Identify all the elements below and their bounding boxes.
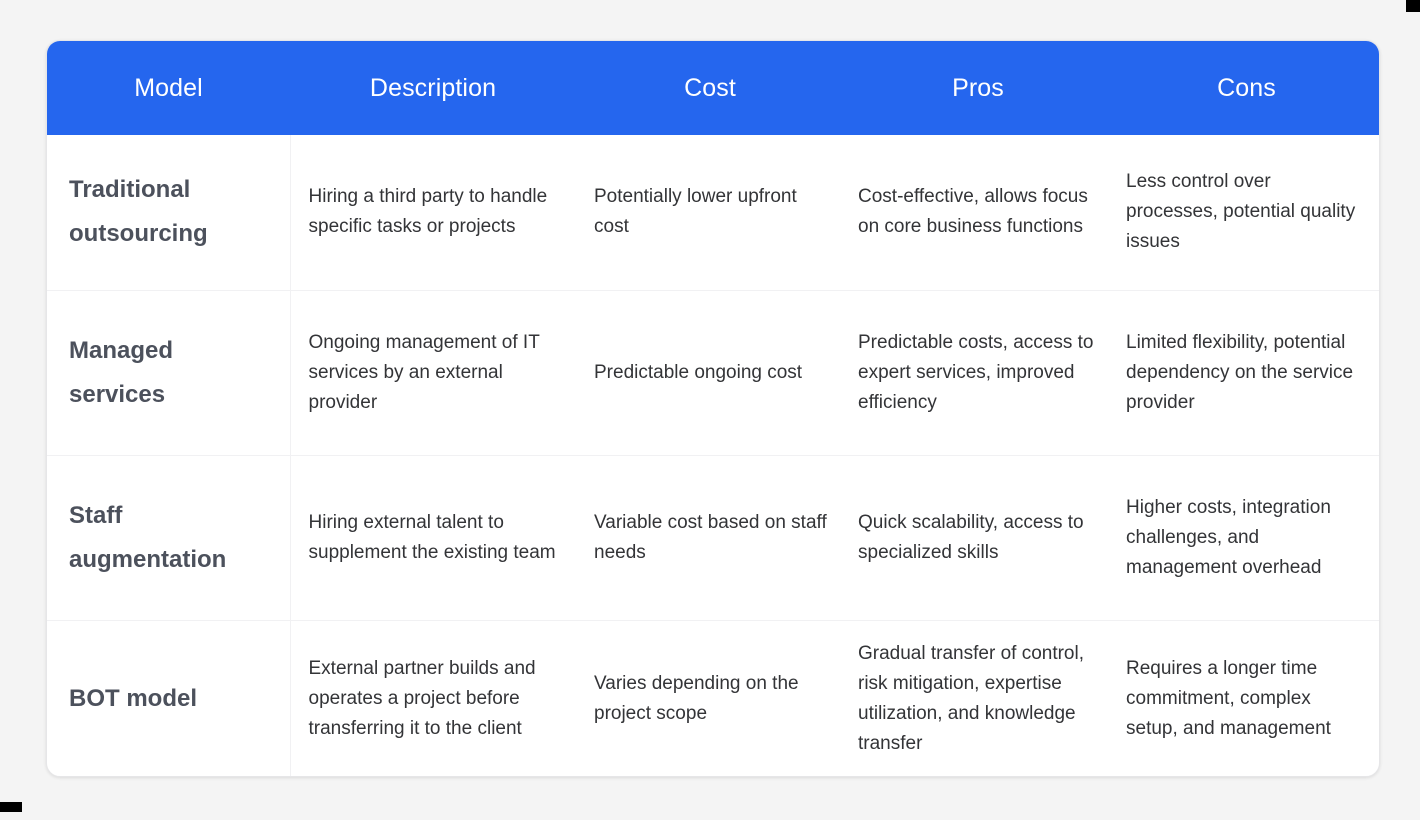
table-header-row: Model Description Cost Pros Cons: [47, 41, 1380, 135]
column-header-model: Model: [47, 41, 290, 135]
cell-cost: Potentially lower upfront cost: [576, 135, 844, 290]
cell-model: Staff augmentation: [47, 455, 290, 620]
cell-cons: Limited flexibility, potential dependenc…: [1112, 290, 1380, 455]
cell-description: Ongoing management of IT services by an …: [290, 290, 576, 455]
cell-cons: Less control over processes, potential q…: [1112, 135, 1380, 290]
column-header-cost: Cost: [576, 41, 844, 135]
cell-cons: Requires a longer time commitment, compl…: [1112, 620, 1380, 777]
column-header-cons: Cons: [1112, 41, 1380, 135]
cell-pros: Cost-effective, allows focus on core bus…: [844, 135, 1112, 290]
table-header: Model Description Cost Pros Cons: [47, 41, 1380, 135]
crop-artifact-bottom-left: [0, 802, 22, 812]
cell-cost: Variable cost based on staff needs: [576, 455, 844, 620]
cell-cost: Varies depending on the project scope: [576, 620, 844, 777]
cell-cons: Higher costs, integration challenges, an…: [1112, 455, 1380, 620]
table-body: Traditional outsourcing Hiring a third p…: [47, 135, 1380, 777]
table-row: Managed services Ongoing management of I…: [47, 290, 1380, 455]
cell-pros: Quick scalability, access to specialized…: [844, 455, 1112, 620]
table-row: Staff augmentation Hiring external talen…: [47, 455, 1380, 620]
cell-model: Managed services: [47, 290, 290, 455]
cell-pros: Gradual transfer of control, risk mitiga…: [844, 620, 1112, 777]
cell-pros: Predictable costs, access to expert serv…: [844, 290, 1112, 455]
cell-model: Traditional outsourcing: [47, 135, 290, 290]
table-row: Traditional outsourcing Hiring a third p…: [47, 135, 1380, 290]
cell-model: BOT model: [47, 620, 290, 777]
table-row: BOT model External partner builds and op…: [47, 620, 1380, 777]
cell-description: Hiring a third party to handle specific …: [290, 135, 576, 290]
crop-artifact-top-right: [1406, 0, 1420, 12]
cell-description: External partner builds and operates a p…: [290, 620, 576, 777]
cell-cost: Predictable ongoing cost: [576, 290, 844, 455]
column-header-description: Description: [290, 41, 576, 135]
column-header-pros: Pros: [844, 41, 1112, 135]
comparison-table: Model Description Cost Pros Cons Traditi…: [47, 41, 1380, 777]
cell-description: Hiring external talent to supplement the…: [290, 455, 576, 620]
comparison-table-card: Model Description Cost Pros Cons Traditi…: [46, 40, 1380, 777]
